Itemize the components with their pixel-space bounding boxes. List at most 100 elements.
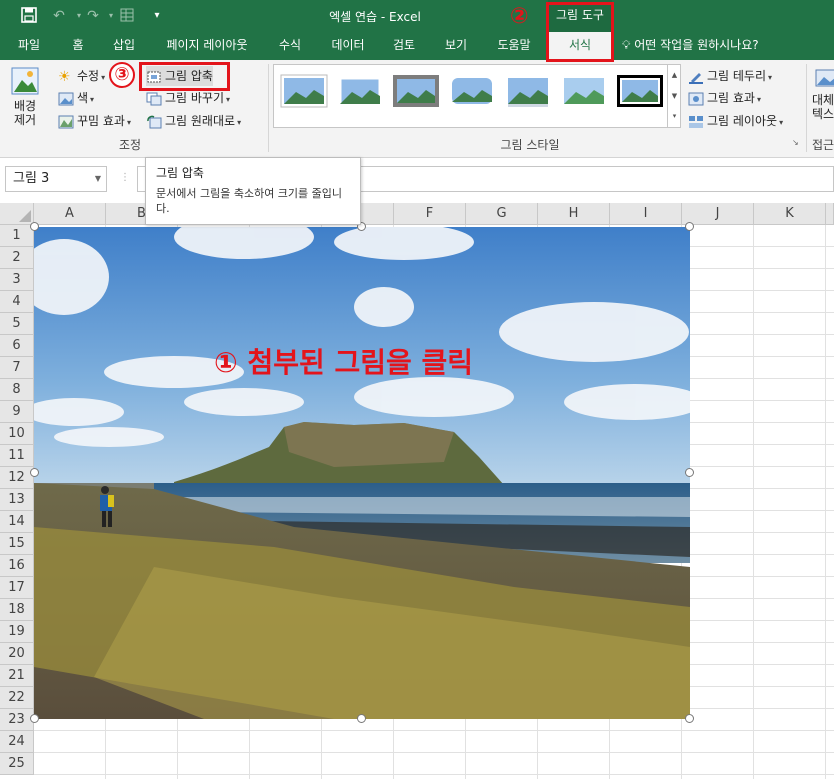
picture-style-thumb[interactable] [448,74,496,108]
picture-style-thumb[interactable] [560,74,608,108]
picture-layout-label: 그림 레이아웃 [707,114,778,128]
row-header[interactable]: 11 [0,445,34,467]
compress-pictures-tooltip: 그림 압축 문서에서 그림을 축소하여 크기를 줄입니다. [145,157,361,225]
resize-handle-bottom[interactable] [357,714,366,723]
redo-icon[interactable]: ↷ [84,7,102,25]
alt-text-button[interactable]: 대체 텍스 [812,66,834,132]
select-all-corner[interactable] [0,203,34,225]
column-header[interactable]: J [682,203,754,225]
customize-qat-icon[interactable]: ▾ [148,7,166,25]
resize-handle-left[interactable] [30,468,39,477]
gridline [825,225,826,779]
form-icon[interactable] [118,7,136,25]
column-header[interactable]: H [538,203,610,225]
annotation-step-1: ① 첨부된 그림을 클릭 [214,346,474,379]
row-header[interactable]: 13 [0,489,34,511]
corrections-button[interactable]: ☀ 수정 ▾ [58,66,105,86]
tab-page-layout[interactable]: 페이지 레이아웃 [152,32,262,60]
drag-dots-icon: ⋮ [120,172,130,183]
resize-handle-top-right[interactable] [685,222,694,231]
group-separator [806,64,807,152]
row-header[interactable]: 2 [0,247,34,269]
chevron-down-icon: ▾ [226,95,231,104]
tab-formulas[interactable]: 수식 [268,32,312,60]
adjust-group-label: 조정 [118,138,142,152]
row-header[interactable]: 4 [0,291,34,313]
resize-handle-right[interactable] [685,468,694,477]
row-header[interactable]: 9 [0,401,34,423]
reset-picture-button[interactable]: 그림 원래대로 ▾ [146,111,241,131]
tab-review[interactable]: 검토 [382,32,426,60]
sun-icon: ☀ [58,68,71,85]
row-header[interactable]: 15 [0,533,34,555]
column-header[interactable]: K [754,203,826,225]
resize-handle-bottom-right[interactable] [685,714,694,723]
row-header[interactable]: 12 [0,467,34,489]
highlight-format-tab [546,2,614,62]
tab-help[interactable]: 도움말 [486,32,542,60]
save-icon[interactable] [20,7,38,25]
window-title: 엑셀 연습 - Excel [329,10,421,24]
ribbon-tab-row: 파일 홈 삽입 페이지 레이아웃 수식 데이터 검토 보기 도움말 서식 💡︎ … [0,32,834,61]
row-header[interactable]: 8 [0,379,34,401]
remove-background-button[interactable]: 배경 제거 [6,66,44,136]
tell-me-search[interactable]: 💡︎ 어떤 작업을 원하시나요? [622,32,759,60]
name-box[interactable]: 그림 3 ▼ [5,166,107,192]
row-header[interactable]: 23 [0,709,34,731]
picture-border-button[interactable]: 그림 테두리 ▾ [688,66,772,86]
tab-data[interactable]: 데이터 [320,32,376,60]
row-header[interactable]: 17 [0,577,34,599]
artistic-effects-button[interactable]: 꾸밈 효과 ▾ [58,111,131,131]
tab-file[interactable]: 파일 [8,32,50,60]
picture-style-thumb[interactable] [616,74,664,108]
inserted-picture[interactable] [34,227,690,719]
row-header[interactable]: 6 [0,335,34,357]
change-picture-icon [146,92,162,106]
picture-style-thumb[interactable] [504,74,552,108]
row-header[interactable]: 18 [0,599,34,621]
row-header[interactable]: 10 [0,423,34,445]
gallery-more-icon[interactable]: ▾ [667,106,681,127]
color-button[interactable]: 색 ▾ [58,88,94,108]
row-header[interactable]: 1 [0,225,34,247]
column-header[interactable]: I [610,203,682,225]
tab-home[interactable]: 홈 [60,32,96,60]
row-header[interactable]: 19 [0,621,34,643]
picture-border-label: 그림 테두리 [707,69,767,83]
row-header[interactable]: 25 [0,753,34,775]
row-header[interactable]: 16 [0,555,34,577]
undo-icon[interactable]: ↶ [50,7,68,25]
row-header[interactable]: 24 [0,731,34,753]
row-header[interactable]: 3 [0,269,34,291]
picture-effects-button[interactable]: 그림 효과 ▾ [688,88,761,108]
column-header-partial[interactable] [826,203,834,225]
picture-effects-label: 그림 효과 [707,91,755,105]
resize-handle-bottom-left[interactable] [30,714,39,723]
row-header[interactable]: 22 [0,687,34,709]
picture-style-thumb[interactable] [336,74,384,108]
group-separator [268,64,269,152]
gallery-scroll-down-icon[interactable]: ▼ [667,86,681,107]
accessibility-group-label: 접근 [812,138,834,152]
row-header[interactable]: 14 [0,511,34,533]
picture-layout-button[interactable]: 그림 레이아웃 ▾ [688,111,783,131]
dialog-launcher-icon[interactable]: ↘ [792,138,799,147]
picture-style-thumb[interactable] [392,74,440,108]
change-picture-button[interactable]: 그림 바꾸기 ▾ [146,88,230,108]
picture-style-thumb[interactable] [280,74,328,108]
tab-view[interactable]: 보기 [434,32,478,60]
row-header[interactable]: 20 [0,643,34,665]
column-header[interactable]: G [466,203,538,225]
row-header[interactable]: 5 [0,313,34,335]
annotation-step-3: ③ [109,62,135,88]
worksheet-grid[interactable]: A B C D E F G H I J K 1 2 3 4 5 6 7 8 9 … [0,203,834,779]
tab-insert[interactable]: 삽입 [104,32,144,60]
row-header[interactable]: 7 [0,357,34,379]
column-header[interactable]: F [394,203,466,225]
chevron-down-icon: ▾ [90,95,95,104]
column-header[interactable]: A [34,203,106,225]
gallery-scroll-up-icon[interactable]: ▲ [667,65,681,86]
resize-handle-top-left[interactable] [30,222,39,231]
row-header[interactable]: 21 [0,665,34,687]
chevron-down-icon[interactable]: ▼ [95,167,101,191]
